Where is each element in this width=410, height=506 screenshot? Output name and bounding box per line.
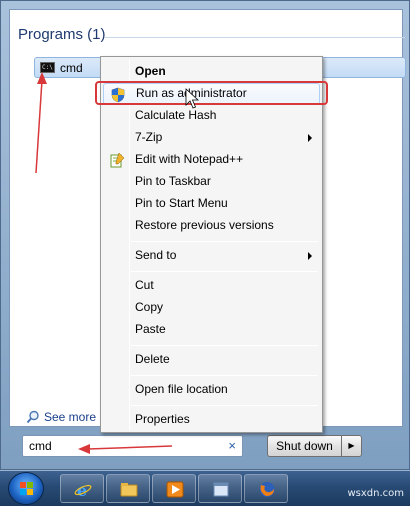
annotation-arrow-up (35, 72, 47, 174)
mouse-cursor-icon (185, 88, 200, 109)
annotation-arrow-left (78, 444, 173, 454)
annotation-overlay (35, 72, 200, 454)
